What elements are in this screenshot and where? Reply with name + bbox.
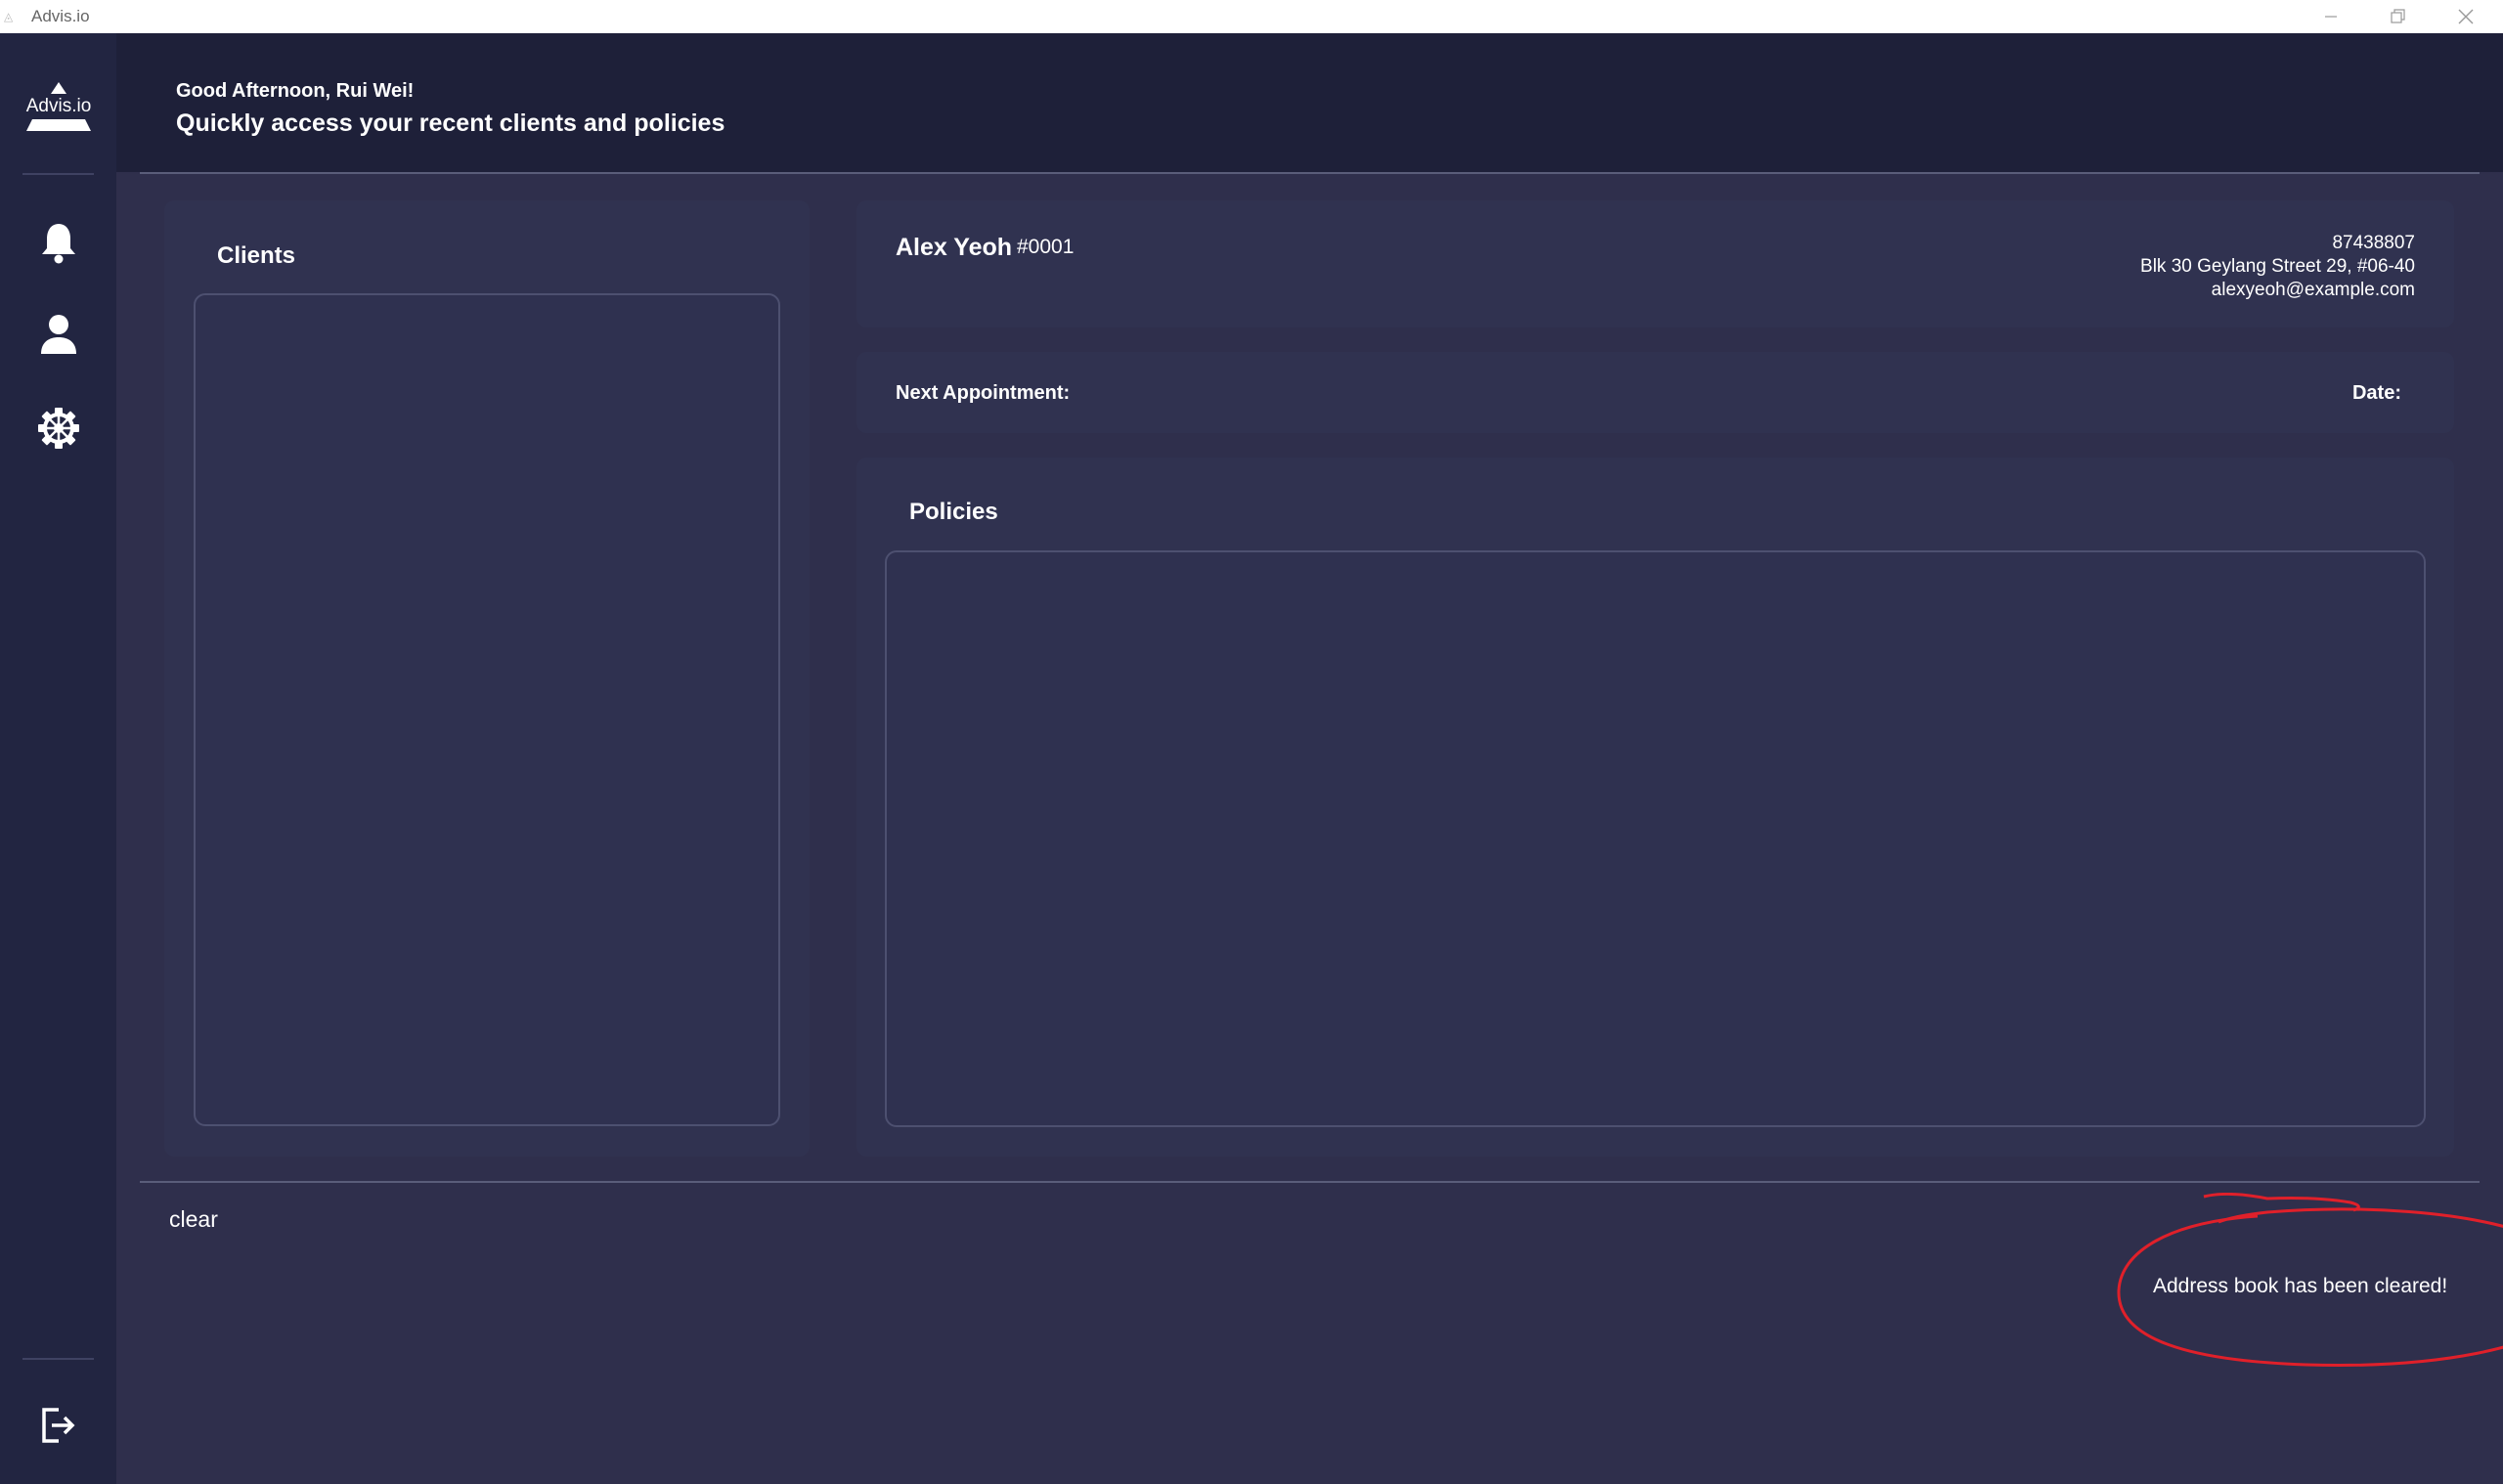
app-icon: ◬ — [4, 10, 14, 23]
sidebar-divider — [22, 173, 94, 175]
greeting-text: Good Afternoon, Rui Wei! — [176, 80, 415, 102]
policies-title: Policies — [909, 499, 998, 525]
header: Good Afternoon, Rui Wei! Quickly access … — [116, 33, 2503, 172]
clients-title: Clients — [217, 242, 296, 269]
close-icon[interactable] — [2433, 0, 2499, 33]
gear-icon — [38, 408, 79, 449]
window-titlebar: ◬ Advis.io — [0, 0, 2503, 33]
client-name: Alex Yeoh — [896, 234, 1013, 261]
client-email: alexyeoh@example.com — [2211, 280, 2415, 300]
logo-text: Advis.io — [25, 96, 92, 116]
main-content: Good Afternoon, Rui Wei! Quickly access … — [116, 33, 2503, 1484]
logout-icon — [42, 1408, 75, 1443]
client-id: #0001 — [1017, 236, 1075, 258]
sidebar: Advis.io — [0, 33, 116, 1484]
sidebar-item-clients[interactable] — [33, 309, 84, 360]
sidebar-item-notifications[interactable] — [33, 217, 84, 268]
sidebar-item-settings[interactable] — [33, 403, 84, 454]
policies-panel: Policies — [856, 458, 2454, 1157]
logo-triangle-icon — [51, 82, 66, 94]
minimize-icon[interactable] — [2298, 0, 2364, 33]
restore-icon[interactable] — [2364, 0, 2431, 33]
user-icon — [41, 315, 76, 354]
app-logo[interactable]: Advis.io — [20, 82, 98, 165]
bell-icon — [42, 224, 75, 264]
next-appointment-label: Next Appointment: — [896, 382, 1071, 404]
client-phone: 87438807 — [2332, 233, 2415, 253]
annotation-circle — [2117, 1193, 2503, 1367]
appointment-date-label: Date: — [2351, 382, 2401, 404]
header-divider — [140, 172, 2480, 174]
logout-button[interactable] — [33, 1400, 84, 1451]
result-message: Address book has been cleared! — [2153, 1275, 2448, 1297]
sidebar-divider-bottom — [22, 1358, 94, 1360]
clients-list[interactable] — [194, 293, 780, 1126]
window-title: Advis.io — [31, 7, 90, 25]
appointment-bar: Next Appointment: Date: — [856, 352, 2454, 433]
command-divider — [140, 1181, 2480, 1183]
clients-panel: Clients — [164, 200, 810, 1157]
logo-base-icon — [26, 119, 91, 131]
client-detail-card[interactable]: Alex Yeoh #0001 87438807 Blk 30 Geylang … — [856, 200, 2454, 327]
client-address: Blk 30 Geylang Street 29, #06-40 — [2140, 256, 2415, 277]
client-contact-info: 87438807 Blk 30 Geylang Street 29, #06-4… — [2140, 232, 2415, 302]
command-input[interactable]: clear — [169, 1206, 218, 1233]
policies-list[interactable] — [885, 550, 2426, 1127]
page-subtitle: Quickly access your recent clients and p… — [176, 109, 725, 137]
